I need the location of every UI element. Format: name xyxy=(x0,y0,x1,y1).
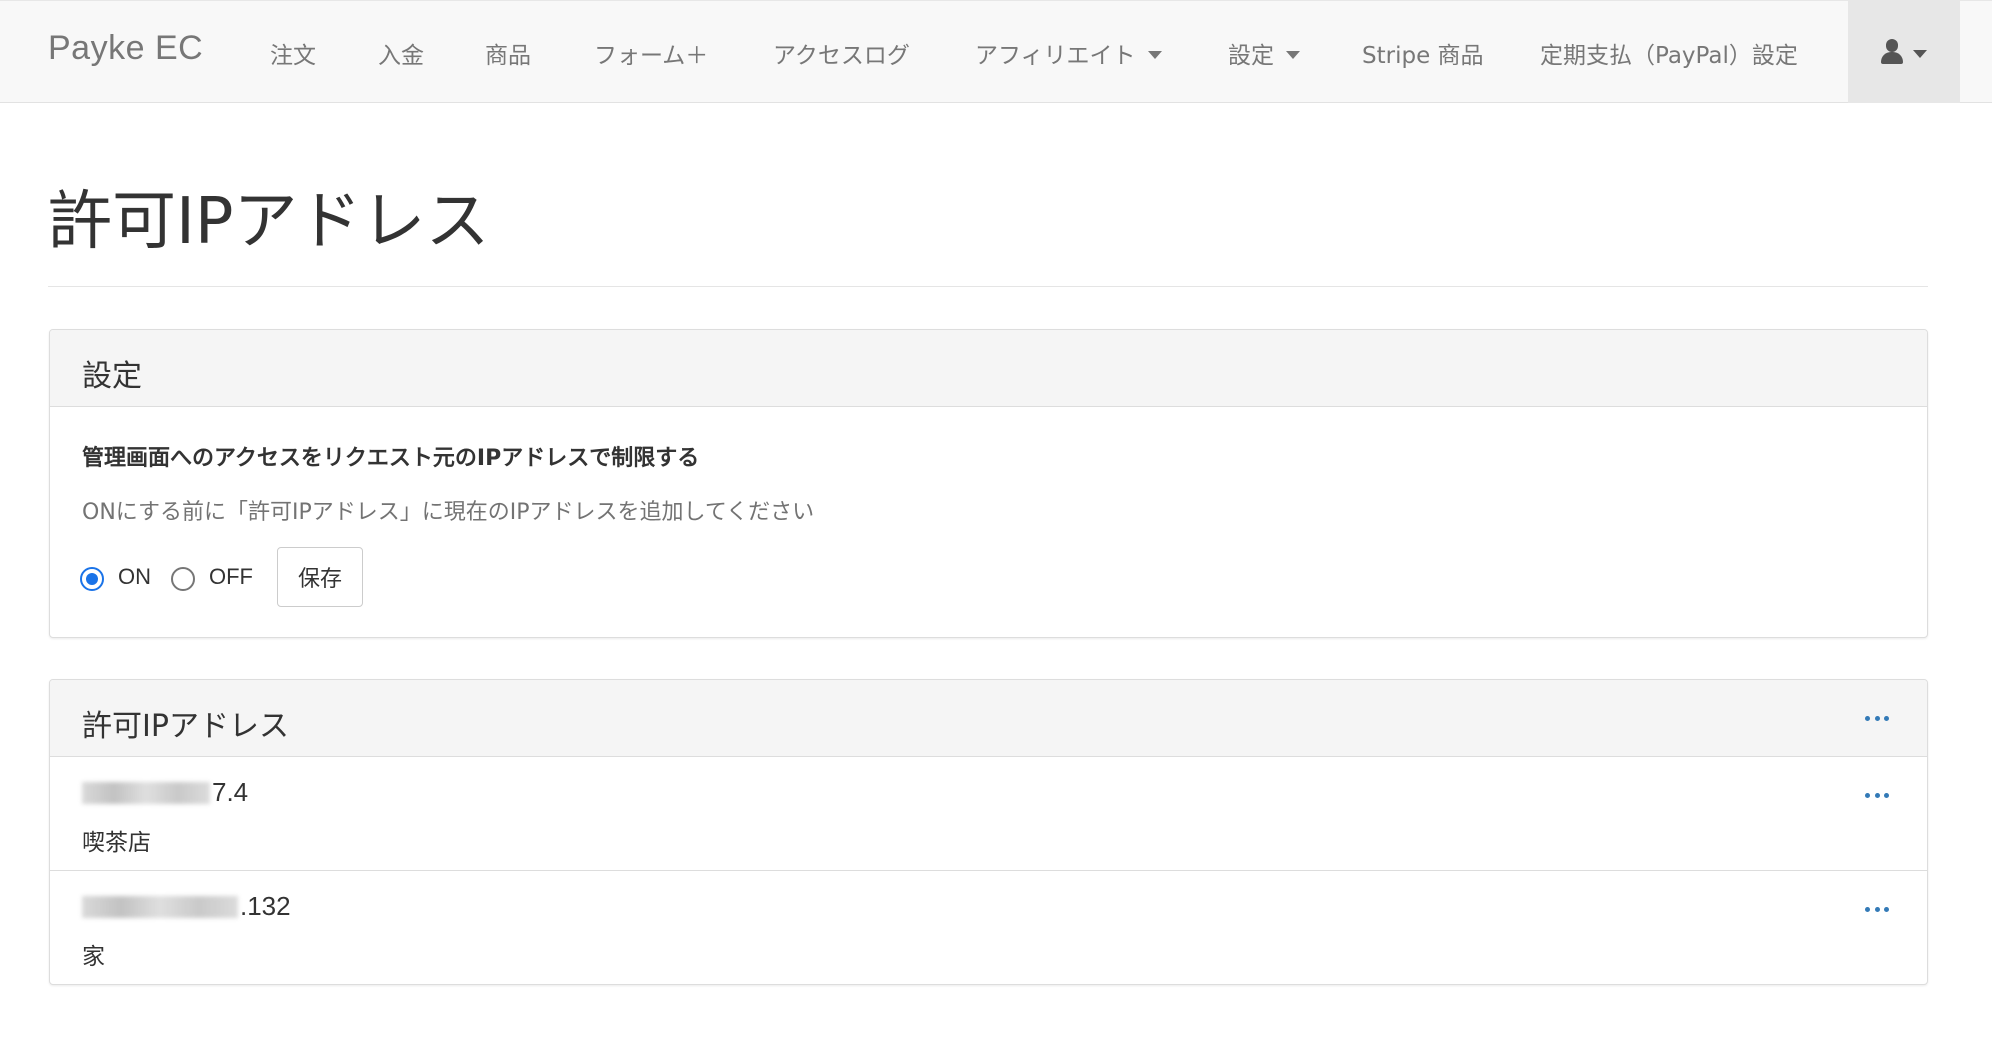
caret-down-icon xyxy=(1286,50,1300,59)
header-divider xyxy=(48,286,1928,287)
restriction-setting-label: 管理画面へのアクセスをリクエスト元のIPアドレスで制限する xyxy=(82,446,700,471)
ellipsis-icon[interactable] xyxy=(1865,907,1889,913)
brand-logo[interactable]: Payke EC xyxy=(48,29,203,68)
radio-on-label[interactable]: ON xyxy=(118,564,151,590)
restriction-help-text: ONにする前に「許可IPアドレス」に現在のIPアドレスを追加してください xyxy=(82,500,815,525)
nav-label: 定期支払（PayPal）設定 xyxy=(1540,43,1798,69)
ip-address: 7.4 xyxy=(82,777,248,808)
caret-down-icon xyxy=(1913,49,1927,58)
nav-label: アフィリエイト xyxy=(975,43,1136,69)
panel-heading: 許可IPアドレス xyxy=(50,680,1927,757)
redacted-ip-prefix xyxy=(82,781,210,804)
page-title: 許可IPアドレス xyxy=(48,185,490,259)
radio-off[interactable] xyxy=(171,567,195,591)
panel-title: 許可IPアドレス xyxy=(82,709,289,744)
allowed-ip-panel: 許可IPアドレス 7.4 喫茶店 .132 家 xyxy=(49,679,1928,985)
nav-access-log[interactable]: アクセスログ xyxy=(773,36,910,70)
ip-label: 家 xyxy=(82,944,105,970)
radio-off-label[interactable]: OFF xyxy=(209,564,253,590)
user-icon xyxy=(1881,39,1903,65)
nav-label: 入金 xyxy=(378,43,424,69)
nav-paypal-recurring-settings[interactable]: 定期支払（PayPal）設定 xyxy=(1540,36,1798,70)
radio-on[interactable] xyxy=(80,567,104,591)
ip-address-suffix: .132 xyxy=(240,891,291,921)
ip-address-suffix: 7.4 xyxy=(212,777,249,807)
nav-payments[interactable]: 入金 xyxy=(378,36,424,70)
ip-address: .132 xyxy=(82,891,291,922)
save-button[interactable]: 保存 xyxy=(277,547,364,607)
ellipsis-icon[interactable] xyxy=(1865,793,1889,799)
list-item: 7.4 喫茶店 xyxy=(50,757,1927,871)
nav-orders[interactable]: 注文 xyxy=(270,36,316,70)
user-menu-dropdown[interactable] xyxy=(1848,1,1960,103)
nav-label: フォーム＋ xyxy=(594,43,709,69)
nav-affiliate-dropdown[interactable]: アフィリエイト xyxy=(975,36,1162,70)
nav-form-plus[interactable]: フォーム＋ xyxy=(594,36,708,70)
settings-panel: 設定 管理画面へのアクセスをリクエスト元のIPアドレスで制限する ONにする前に… xyxy=(49,329,1928,638)
ellipsis-icon[interactable] xyxy=(1865,716,1889,722)
nav-stripe-products[interactable]: Stripe 商品 xyxy=(1362,36,1484,70)
ip-label: 喫茶店 xyxy=(82,830,151,856)
nav-products[interactable]: 商品 xyxy=(485,36,531,70)
restriction-toggle-group: ON OFF 保存 xyxy=(80,547,364,607)
list-item: .132 家 xyxy=(50,871,1927,983)
panel-heading: 設定 xyxy=(50,330,1927,407)
nav-label: 注文 xyxy=(270,43,316,69)
redacted-ip-prefix xyxy=(82,895,238,918)
panel-title: 設定 xyxy=(82,359,142,394)
nav-label: Stripe 商品 xyxy=(1362,43,1484,69)
caret-down-icon xyxy=(1147,50,1162,59)
nav-settings-dropdown[interactable]: 設定 xyxy=(1228,36,1300,70)
top-navbar: Payke EC 注文 入金 商品 フォーム＋ アクセスログ アフィリエイト 設… xyxy=(0,0,1992,103)
nav-label: アクセスログ xyxy=(773,43,910,69)
nav-label: 設定 xyxy=(1228,43,1274,69)
nav-label: 商品 xyxy=(485,43,531,69)
